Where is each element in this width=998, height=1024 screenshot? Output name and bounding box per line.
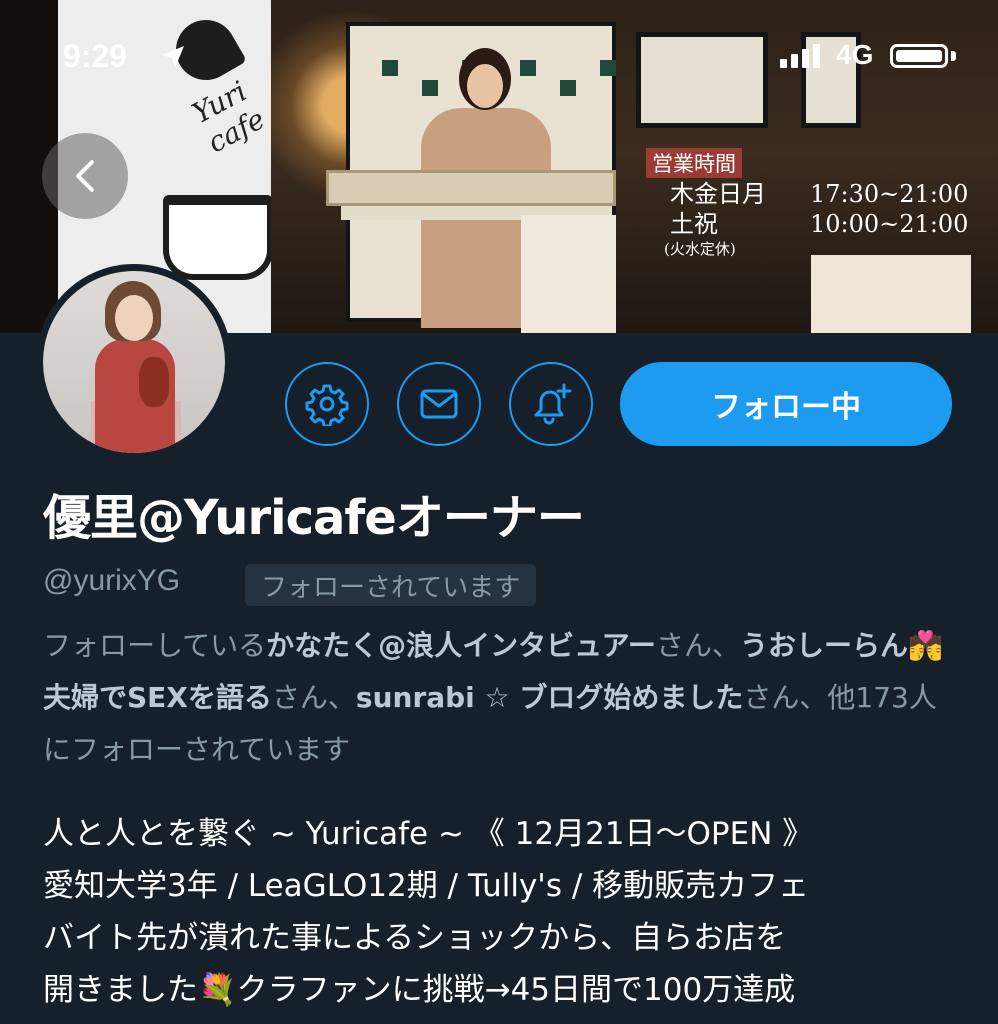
location-arrow-icon [162,46,184,68]
gear-icon [305,384,349,426]
message-button[interactable] [397,362,481,446]
hours-row: 木金日月 17:30~21:00 [670,180,969,208]
back-icon [76,160,94,192]
hours-row: 土祝 10:00~21:00 [670,210,969,238]
bell-plus-icon [534,383,572,425]
battery-icon [890,44,948,68]
profile-bio: 人と人とを繋ぐ ~ Yuricafe ~ 《 12月21日〜OPEN 》 愛知大… [43,808,973,1016]
sign-board [811,255,971,333]
pegboard [521,215,616,333]
bio-line: バイト先が潰れた事によるショックから、自らお店を [43,920,787,956]
settings-button[interactable] [285,362,369,446]
avatar[interactable] [36,264,232,460]
bio-line: 人と人とを繋ぐ ~ Yuricafe ~ 《 12月21日〜OPEN 》 [43,816,814,852]
bio-line: 開きました💐クラファンに挑戦→45日間で100万達成 [43,972,796,1008]
hours-note: (火水定休) [664,240,736,258]
network-type: 4G [836,39,874,70]
business-hours-sign: 営業時間 木金日月 17:30~21:00 土祝 10:00~21:00 (火水定休… [646,148,968,259]
bio-line: 愛知大学3年 / LeaGLO12期 / Tully's / 移動販売カフェ [43,868,810,904]
status-bar: 9:29 4G [0,38,998,88]
following-button[interactable]: フォロー中 [620,362,952,446]
status-time: 9:29 [63,38,128,74]
logo-cup-icon [163,195,273,280]
followed-by-user[interactable]: sunrabi ☆ ブログ始めました [356,681,743,714]
notifications-button[interactable] [509,362,593,446]
hours-title: 営業時間 [646,148,742,178]
followed-by-user[interactable]: かなたく@浪人インタビュアー [266,629,656,662]
back-button[interactable] [42,133,128,219]
display-name: 優里@Yuricafeオーナー [43,490,585,546]
mail-icon [420,389,458,419]
follows-you-badge: フォローされています [245,564,537,606]
followed-by-text[interactable]: フォローしているかなたく@浪人インタビュアーさん、うおしーらん💏夫婦でSEXを語… [43,620,963,776]
avatar-photo [43,271,225,453]
van-counter [326,170,616,206]
username: @yurixYG [43,564,181,597]
